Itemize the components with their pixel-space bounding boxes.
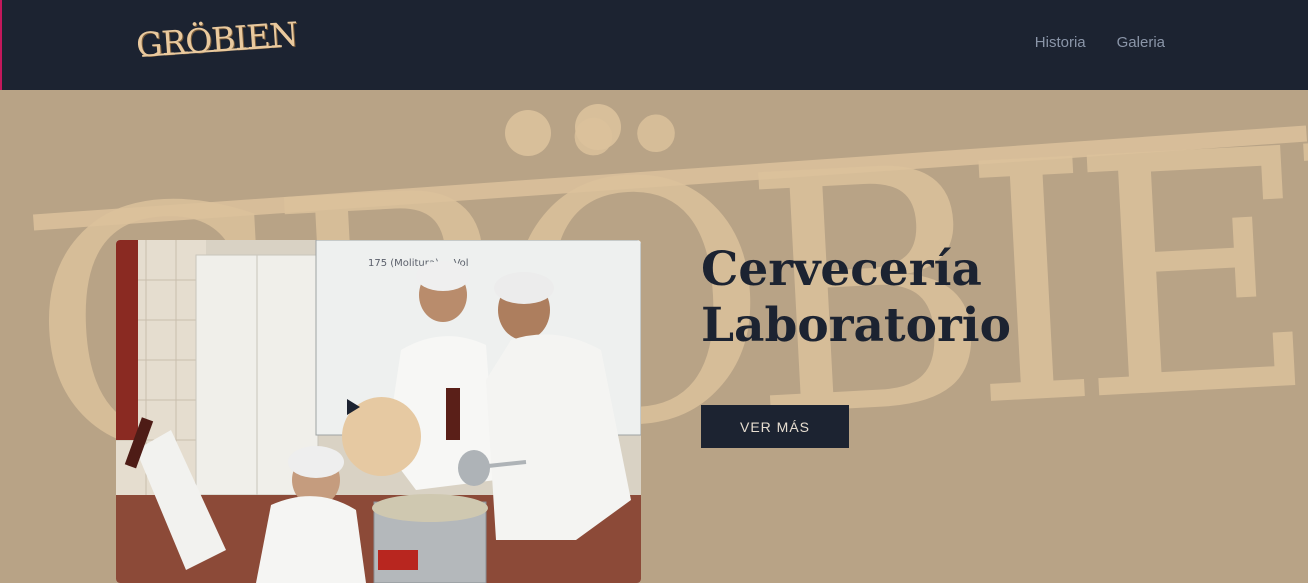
nav-link-historia[interactable]: Historia [1035,34,1086,51]
ver-mas-button[interactable]: VER MÁS [701,405,849,448]
main-nav: Historia Galeria [1035,34,1165,51]
top-navbar: GRÖBIEN Historia Galeria [0,0,1308,90]
hero-title-line-2: Laboratorio [701,298,1011,353]
brand-logo[interactable]: GRÖBIEN [135,14,299,72]
play-icon [347,399,360,415]
play-button[interactable] [342,397,421,476]
hero-title: Cervecería Laboratorio [701,242,1011,354]
video-thumbnail[interactable]: 175 (Molitura) = Vol [116,240,641,583]
hero-section: GRÖBIEN 175 (Molitura) = Vol Cervecería … [0,90,1308,583]
hero-title-line-1: Cervecería [701,242,982,297]
nav-link-galeria[interactable]: Galeria [1117,34,1165,51]
logo-text: GRÖBIEN [134,14,299,65]
